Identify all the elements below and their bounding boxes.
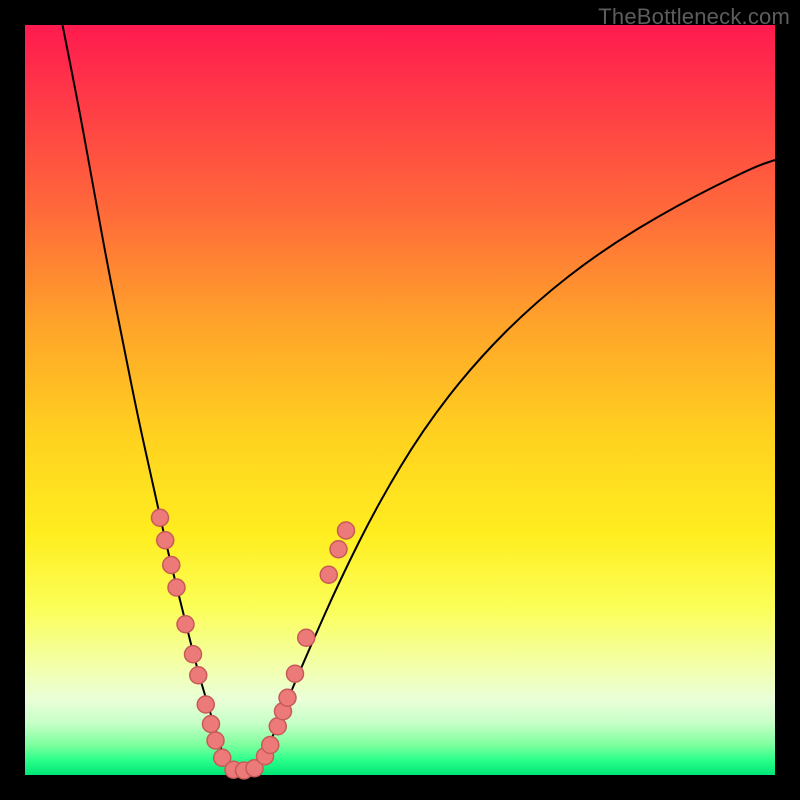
marker-dot — [190, 667, 207, 684]
marker-dot — [279, 689, 296, 706]
marker-dot — [163, 557, 180, 574]
marker-dot — [298, 629, 315, 646]
plot-area — [25, 25, 775, 775]
watermark-text: TheBottleneck.com — [598, 4, 790, 30]
marker-dot — [152, 509, 169, 526]
marker-dot — [338, 522, 355, 539]
marker-dots-group — [152, 509, 355, 779]
marker-dot — [168, 579, 185, 596]
marker-dot — [287, 665, 304, 682]
bottleneck-curve — [63, 25, 776, 771]
marker-dot — [157, 532, 174, 549]
marker-dot — [185, 646, 202, 663]
marker-dot — [320, 566, 337, 583]
marker-dot — [197, 696, 214, 713]
marker-dot — [330, 541, 347, 558]
marker-dot — [207, 732, 224, 749]
curve-svg — [25, 25, 775, 775]
marker-dot — [262, 737, 279, 754]
marker-dot — [177, 616, 194, 633]
marker-dot — [203, 716, 220, 733]
chart-frame: TheBottleneck.com — [0, 0, 800, 800]
